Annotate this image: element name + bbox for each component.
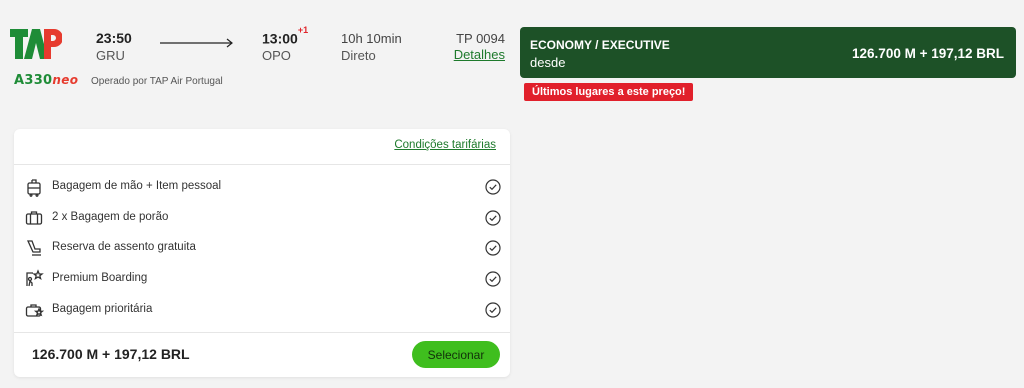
fare-conditions-link[interactable]: Condições tarifárias [394,139,496,151]
last-seats-badge: Últimos lugares a este preço! [524,83,694,101]
feature-item: 2 x Bagagem de porão [24,208,502,228]
feature-item: Bagagem de mão + Item pessoal [24,177,502,197]
departure-time: 23:50 [96,30,132,46]
fare-price: 126.700 M + 197,12 BRL [852,46,1004,61]
divider [14,164,510,165]
total-price: 126.700 M + 197,12 BRL [32,346,190,362]
tap-logo [10,29,62,59]
check-circle-icon [485,179,501,195]
checked-bag-icon [25,211,43,225]
feature-label: Reserva de assento gratuita [52,241,196,253]
details-link[interactable]: Detalhes [436,47,505,62]
select-button[interactable]: Selecionar [412,341,500,368]
operated-by-text: Operado por TAP Air Portugal [91,76,223,87]
aircraft-variant: neo [52,73,79,87]
feature-label: Bagagem de mão + Item pessoal [52,180,222,192]
arrival-day-offset: +1 [297,25,309,35]
feature-label: 2 x Bagagem de porão [52,211,169,223]
flight-number: TP 0094 [456,31,505,46]
fare-banner[interactable]: ECONOMY / EXECUTIVE desde 126.700 M + 19… [520,27,1016,78]
feature-item: Reserva de assento gratuita [24,238,502,258]
fare-class-name: ECONOMY / EXECUTIVE [530,38,670,52]
check-circle-icon [485,271,501,287]
flight-duration: 10h 10min [341,31,402,46]
check-circle-icon [485,240,501,256]
seat-icon [26,240,41,256]
check-circle-icon [485,302,501,318]
priority-bag-icon [25,304,44,317]
carry-on-bag-icon [27,179,41,197]
route-arrow-icon [160,38,233,48]
feature-label: Bagagem prioritária [52,303,153,315]
premium-boarding-icon [26,269,44,287]
arrival-airport: OPO [262,48,291,63]
aircraft-model: A330neo [14,73,79,88]
feature-label: Premium Boarding [52,272,148,284]
check-circle-icon [485,210,501,226]
arrival-time: 13:00+1 [262,25,309,47]
departure-airport: GRU [96,48,125,63]
fare-from-label: desde [530,55,566,70]
flight-stops: Direto [341,48,376,63]
feature-item: Premium Boarding [24,269,502,289]
divider [14,332,510,333]
feature-item: Bagagem prioritária [24,300,502,320]
fare-details-card: Condições tarifárias Bagagem de mão + It… [14,129,510,377]
